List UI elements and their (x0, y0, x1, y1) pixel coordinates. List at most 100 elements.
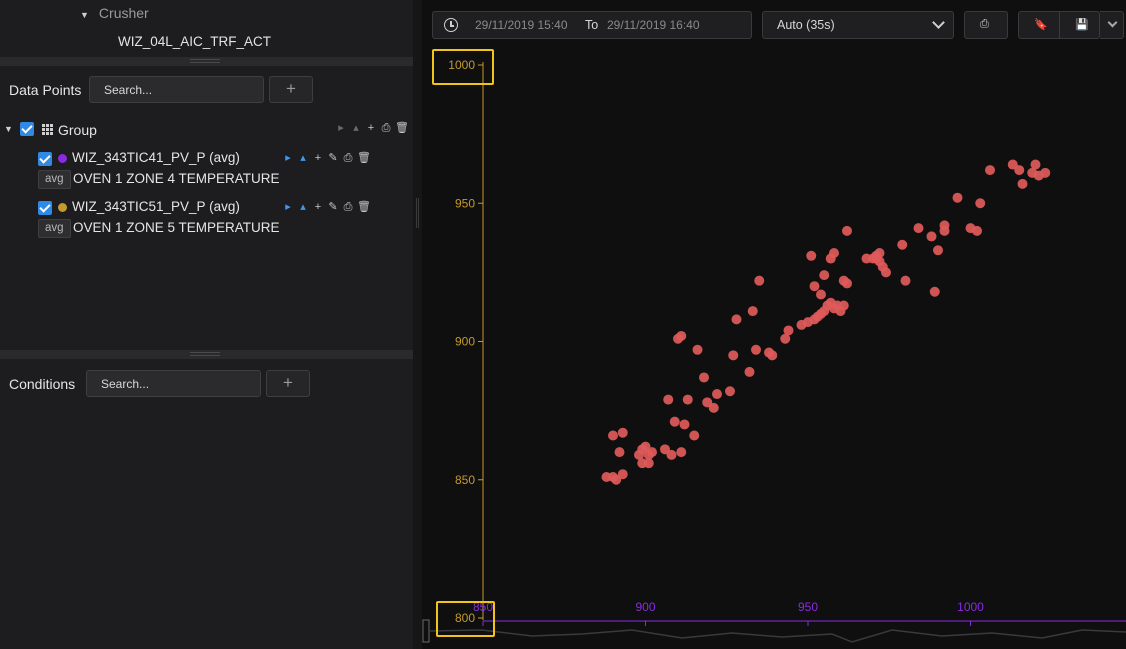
triangle-up-icon[interactable]: ▴ (297, 201, 309, 214)
scatter-point (708, 402, 719, 413)
scatter-point (663, 394, 674, 405)
scatter-point (669, 416, 680, 427)
chevron-down-icon (1107, 17, 1118, 28)
y-tick-label: 850 (455, 473, 475, 487)
scatter-point (754, 275, 765, 286)
time-to[interactable]: 29/11/2019 16:40 (607, 18, 700, 32)
trash-icon[interactable]: 🗑 (357, 152, 371, 165)
scatter-point (842, 278, 852, 289)
group-checkbox[interactable] (20, 122, 34, 136)
data-points-section: Data Points + ▼ Group ▸ ▴ + ⎙ 🗑 WIZ_343T… (0, 66, 413, 350)
play-icon[interactable]: ▸ (282, 152, 294, 165)
save-options-dropdown[interactable] (1100, 11, 1124, 39)
chevron-down-icon (932, 16, 945, 29)
scatter-point (972, 225, 982, 236)
scatter-point (699, 372, 709, 383)
caret-down-icon[interactable]: ▼ (80, 10, 89, 20)
pencil-icon[interactable]: ✎ (327, 201, 339, 214)
group-label: Group (58, 122, 97, 138)
scatter-point (897, 239, 908, 250)
grid-icon (42, 124, 53, 135)
interval-value: Auto (35s) (777, 18, 835, 32)
time-from[interactable]: 29/11/2019 15:40 (475, 18, 568, 32)
scatter-point (617, 427, 628, 438)
printer-icon[interactable]: ⎙ (342, 201, 354, 214)
series-row[interactable]: WIZ_343TIC41_PV_P (avg) avg OVEN 1 ZONE … (38, 150, 408, 200)
scatter-point (676, 447, 687, 458)
aggregate-badge[interactable]: avg (38, 170, 71, 189)
y-tick-label: 950 (455, 196, 475, 210)
add-condition-button[interactable]: + (266, 370, 310, 397)
save-icon[interactable]: 💾 (1075, 18, 1089, 31)
pencil-icon[interactable]: ✎ (327, 152, 339, 165)
scatter-point (926, 231, 937, 242)
scatter-point (728, 350, 739, 361)
plus-icon[interactable]: + (312, 152, 324, 165)
scatter-point (806, 250, 817, 261)
scatter-point (952, 192, 963, 203)
grip-icon (190, 59, 220, 63)
trash-icon[interactable]: 🗑 (395, 122, 409, 135)
series-checkbox[interactable] (38, 201, 52, 215)
scatter-point (809, 281, 820, 292)
scatter-point (643, 458, 654, 469)
scatter-point (679, 419, 690, 430)
bookmark-icon[interactable]: 🔖 (1034, 18, 1048, 31)
conditions-search-input[interactable] (86, 370, 261, 397)
scatter-point (913, 223, 924, 234)
scatter-point (985, 165, 995, 176)
series-description: OVEN 1 ZONE 5 TEMPERATURE (73, 220, 280, 235)
caret-down-icon[interactable]: ▼ (4, 124, 13, 134)
panel-resize-handle[interactable] (0, 57, 413, 66)
x-tick-label: 950 (798, 600, 818, 614)
scatter-point (692, 344, 703, 355)
tree-node-crusher[interactable]: ▼ Crusher (80, 5, 149, 21)
series-actions: ▸ ▴ + ✎ ⎙ 🗑 (282, 152, 371, 165)
chart-area: 800850900950100085090095010001 29/11/201… (422, 0, 1126, 649)
scatter-point (819, 270, 830, 281)
navigator-trend (429, 629, 1126, 643)
trash-icon[interactable]: 🗑 (357, 201, 371, 214)
panel-resize-handle[interactable] (0, 350, 413, 359)
series-checkbox[interactable] (38, 152, 52, 166)
series-color-dot (58, 203, 67, 212)
x-tick-label: 900 (635, 600, 655, 614)
highlight-box-y-max (432, 49, 494, 85)
triangle-up-icon[interactable]: ▴ (350, 122, 362, 135)
group-row[interactable]: ▼ Group ▸ ▴ + ⎙ 🗑 (4, 121, 409, 139)
aggregate-badge[interactable]: avg (38, 219, 71, 238)
scatter-point (647, 447, 657, 458)
triangle-up-icon[interactable]: ▴ (297, 152, 309, 165)
plus-icon[interactable]: + (365, 122, 377, 135)
scatter-point (689, 430, 700, 441)
scatter-point (731, 314, 742, 325)
data-points-label: Data Points (9, 82, 82, 98)
printer-icon[interactable]: ⎙ (342, 152, 354, 165)
scatter-point (975, 198, 986, 209)
scatter-point (682, 394, 693, 405)
series-description: OVEN 1 ZONE 4 TEMPERATURE (73, 171, 280, 186)
data-points-search-input[interactable] (89, 76, 264, 103)
time-range-picker[interactable]: 29/11/2019 15:40 To 29/11/2019 16:40 (432, 11, 752, 39)
highlight-box-y-min (436, 601, 495, 637)
vertical-splitter[interactable] (413, 0, 422, 649)
interval-select[interactable]: Auto (35s) (762, 11, 954, 39)
scatter-point (939, 220, 950, 231)
scatter-point (614, 447, 625, 458)
scatter-point (608, 430, 618, 441)
scatter-point (783, 325, 794, 336)
print-button[interactable]: ⎙ (964, 11, 1008, 39)
play-icon[interactable]: ▸ (282, 201, 294, 214)
grip-icon (416, 198, 419, 228)
printer-icon[interactable]: ⎙ (380, 122, 392, 135)
tree-node-label: Crusher (98, 5, 149, 21)
play-icon[interactable]: ▸ (335, 122, 347, 135)
scatter-point (1040, 167, 1051, 178)
tree-leaf-tag[interactable]: WIZ_04L_AIC_TRF_ACT (118, 34, 271, 49)
y-tick-label: 900 (455, 335, 475, 349)
scatter-chart[interactable]: 800850900950100085090095010001 (422, 0, 1126, 649)
series-row[interactable]: WIZ_343TIC51_PV_P (avg) avg OVEN 1 ZONE … (38, 199, 408, 249)
x-tick-label: 1000 (957, 600, 984, 614)
plus-icon[interactable]: + (312, 201, 324, 214)
add-data-point-button[interactable]: + (269, 76, 313, 103)
